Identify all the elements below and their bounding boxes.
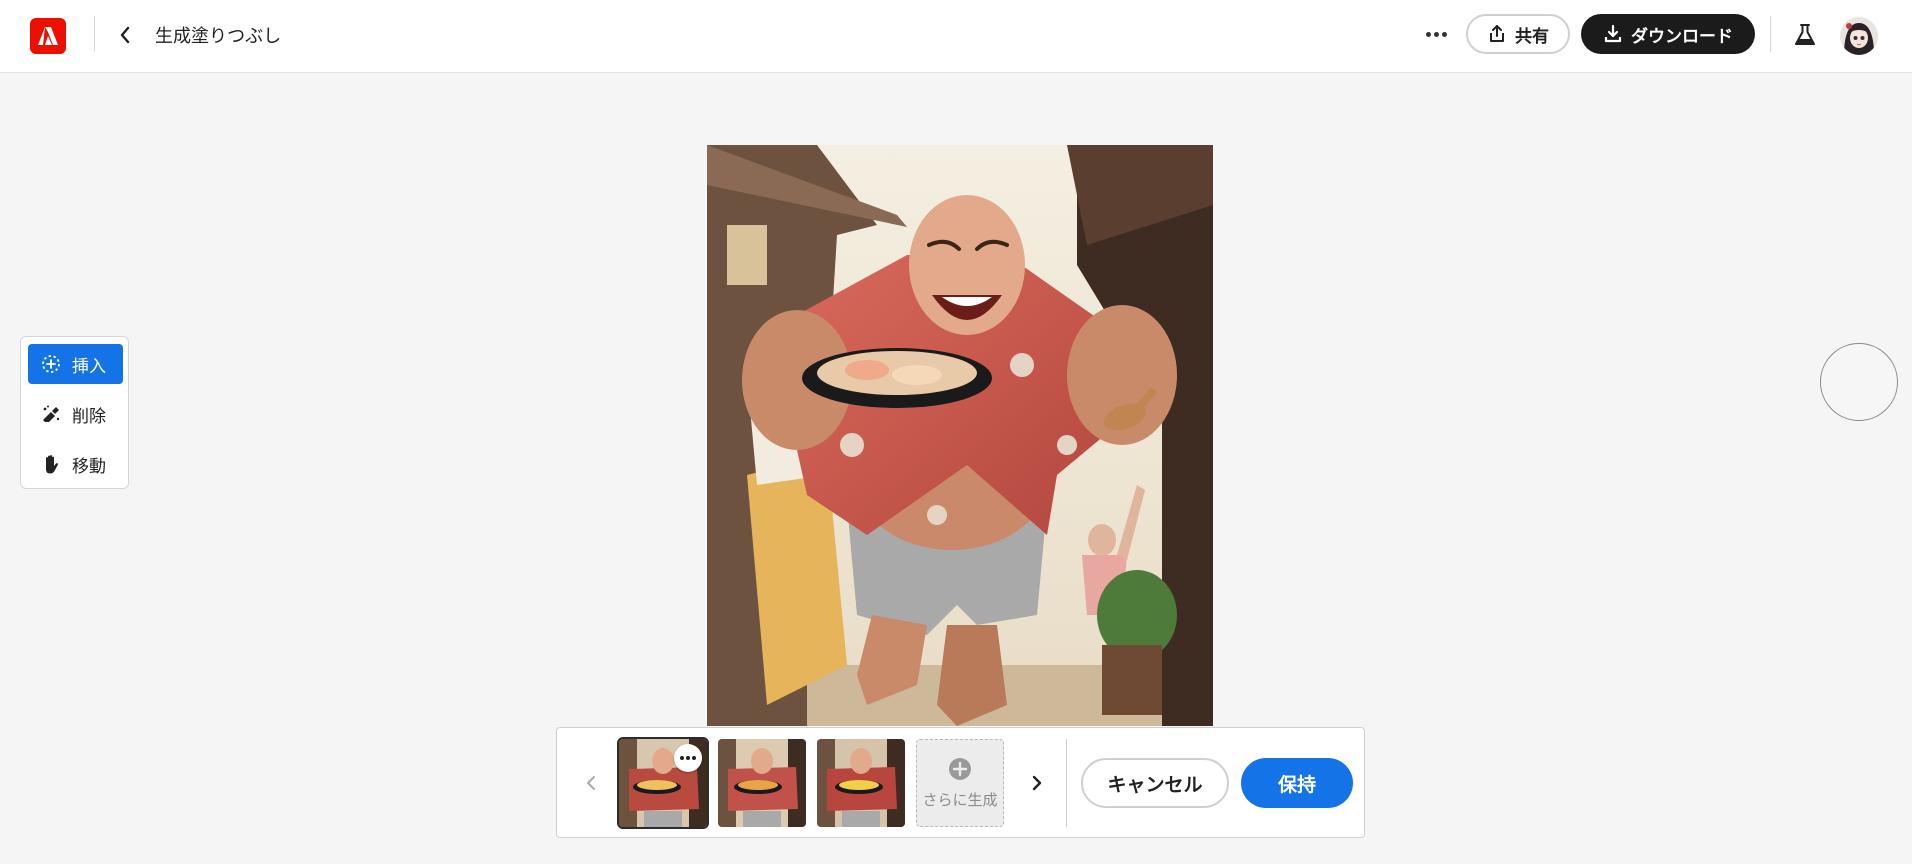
- thumbnail-image: [817, 739, 905, 827]
- download-label: ダウンロード: [1631, 26, 1733, 47]
- flask-icon: [1795, 24, 1815, 45]
- canvas-image[interactable]: [707, 145, 1213, 726]
- share-button[interactable]: 共有: [1466, 14, 1570, 54]
- generate-more-button[interactable]: さらに生成: [916, 739, 1004, 827]
- avatar-image: [1840, 17, 1878, 55]
- move-tool-button[interactable]: 移動: [28, 444, 123, 484]
- header-divider: [94, 16, 95, 52]
- chevron-left-icon: [120, 26, 130, 44]
- page-title: 生成塗りつぶし: [155, 26, 282, 47]
- more-dot-icon: [1425, 31, 1431, 37]
- download-button[interactable]: ダウンロード: [1581, 14, 1755, 54]
- more-dot-icon: [686, 756, 690, 760]
- more-options-button[interactable]: [1420, 20, 1452, 48]
- insert-brush-icon: [40, 353, 62, 375]
- generated-image: [707, 145, 1213, 726]
- share-label: 共有: [1515, 26, 1549, 47]
- tool-panel: 挿入 削除 移動: [20, 336, 129, 489]
- eraser-icon: [40, 403, 62, 425]
- thumbnail-more-options-button[interactable]: [674, 744, 702, 772]
- user-avatar[interactable]: [1840, 17, 1878, 55]
- share-icon: [1490, 25, 1504, 42]
- labs-button[interactable]: [1792, 22, 1818, 48]
- next-variation-button[interactable]: [1023, 764, 1051, 802]
- back-button[interactable]: [112, 20, 138, 50]
- download-icon: [1604, 24, 1622, 43]
- app-header: 生成塗りつぶし 共有 ダウンロード: [0, 0, 1912, 73]
- more-dot-icon: [680, 756, 684, 760]
- adobe-a-icon: [38, 27, 58, 45]
- remove-tool-label: 削除: [72, 406, 106, 427]
- variation-thumbnail-1[interactable]: [617, 737, 709, 829]
- chevron-right-icon: [1032, 775, 1042, 791]
- previous-variation-button[interactable]: [577, 764, 605, 802]
- generate-more-label: さらに生成: [922, 790, 998, 809]
- brush-cursor: [1820, 343, 1898, 421]
- remove-tool-button[interactable]: 削除: [28, 394, 123, 434]
- insert-tool-label: 挿入: [72, 356, 106, 377]
- chevron-left-icon: [587, 776, 595, 790]
- move-tool-label: 移動: [72, 456, 106, 477]
- variations-bar: さらに生成 キャンセル 保持: [556, 727, 1365, 838]
- variations-divider: [1066, 739, 1067, 827]
- variation-thumbnail-3[interactable]: [817, 739, 905, 827]
- more-dot-icon: [1441, 31, 1447, 37]
- thumbnail-image: [718, 739, 806, 827]
- more-dot-icon: [692, 756, 696, 760]
- cancel-button[interactable]: キャンセル: [1081, 758, 1229, 808]
- more-dot-icon: [1433, 31, 1439, 37]
- plus-circle-icon: [949, 757, 971, 780]
- hand-icon: [40, 453, 62, 475]
- variation-thumbnail-2[interactable]: [718, 739, 806, 827]
- header-divider: [1770, 16, 1771, 52]
- adobe-logo[interactable]: [30, 18, 66, 54]
- insert-tool-button[interactable]: 挿入: [28, 344, 123, 384]
- keep-button[interactable]: 保持: [1241, 758, 1353, 808]
